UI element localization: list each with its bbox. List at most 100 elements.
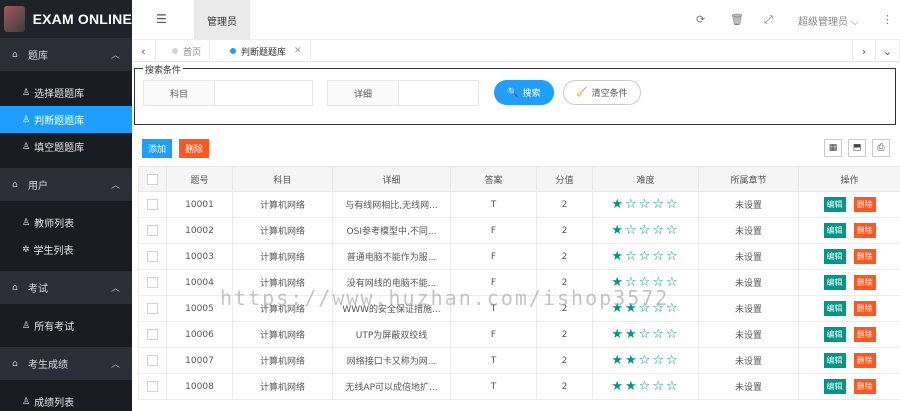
sidebar-item-teachers[interactable]: ♙ 教师列表 xyxy=(0,209,132,236)
home-icon: ⌂ xyxy=(12,358,18,369)
print-icon[interactable]: ⎙ xyxy=(872,139,890,157)
tab-truefalse-bank[interactable]: 判断题题库 ✕ xyxy=(222,40,311,62)
table-row[interactable]: 10003 计算机网络 普通电脑不能作为服... F 2 ★☆☆☆☆ 未设置 编辑 删除 xyxy=(138,243,900,270)
tab-dot xyxy=(172,48,178,54)
edit-button[interactable]: 编辑 xyxy=(823,197,846,212)
row-checkbox[interactable] xyxy=(138,243,167,270)
subject-input[interactable] xyxy=(215,80,313,106)
trash-icon[interactable]: 🗑 xyxy=(730,13,744,26)
sidebar-item-label: 填空题题库 xyxy=(34,143,85,154)
row-delete-button[interactable]: 删除 xyxy=(853,223,876,238)
sidebar-item-students[interactable]: ✲ 学生列表 xyxy=(0,236,132,263)
edit-button[interactable]: 编辑 xyxy=(823,301,846,316)
sidebar-group-users[interactable]: ⌂ 用户 ︿ xyxy=(0,168,132,201)
tab-home[interactable]: 首页 xyxy=(164,40,211,62)
cell-actions: 编辑 删除 xyxy=(798,269,900,296)
detail-input[interactable] xyxy=(399,80,479,106)
sidebar-group-exams[interactable]: ⌂ 考试 ︿ xyxy=(0,271,132,304)
edit-button[interactable]: 编辑 xyxy=(823,327,846,342)
cell-subject: 计算机网络 xyxy=(232,243,333,270)
row-delete-button[interactable]: 删除 xyxy=(853,249,876,264)
table-row[interactable]: 10006 计算机网络 UTP为屏蔽双绞线 F 2 ★★☆☆☆ 未设置 编辑 删除 xyxy=(138,321,900,348)
row-delete-button[interactable]: 删除 xyxy=(853,197,876,212)
export-icon[interactable]: ⬒ xyxy=(848,139,866,157)
table-row[interactable]: 10007 计算机网络 网络接口卡又称为网... T 2 ★★☆☆☆ 未设置 编辑 删除 xyxy=(138,347,900,374)
top-header: ☰ 管理员 ⟳ 🗑 ⤢ 超级管理员 ⌵ ⋮ xyxy=(132,0,900,40)
difficulty-stars: ★★☆☆☆ xyxy=(611,379,680,394)
fullscreen-icon[interactable]: ⤢ xyxy=(764,13,773,27)
sidebar-item-fillblank-bank[interactable]: ♙ 填空题题库 xyxy=(0,133,132,160)
col-header[interactable]: 答案 xyxy=(450,166,537,192)
cell-chapter: 未设置 xyxy=(698,191,799,218)
cell-id: 10006 xyxy=(166,321,233,348)
user-menu[interactable]: 超级管理员 ⌵ xyxy=(798,13,859,28)
sidebar-group-scores[interactable]: ⌂ 考生成绩 ︿ xyxy=(0,347,132,380)
row-delete-button[interactable]: 删除 xyxy=(853,379,876,394)
cell-id: 10004 xyxy=(166,269,233,296)
refresh-icon[interactable]: ⟳ xyxy=(696,13,705,26)
sidebar-item-score-list[interactable]: ♙ 成绩列表 xyxy=(0,388,132,411)
edit-button[interactable]: 编辑 xyxy=(823,379,846,394)
sidebar-item-all-exams[interactable]: ♙ 所有考试 xyxy=(0,312,132,339)
more-icon[interactable]: ⋮ xyxy=(882,13,893,26)
col-header[interactable]: 操作 xyxy=(798,166,900,192)
cell-id: 10008 xyxy=(166,373,233,400)
edit-button[interactable]: 编辑 xyxy=(823,223,846,238)
cell-score: 2 xyxy=(536,373,593,400)
row-checkbox[interactable] xyxy=(138,295,167,322)
cell-answer: F xyxy=(450,243,537,270)
col-header[interactable]: 题号 xyxy=(166,166,233,192)
logo: EXAM ONLINE xyxy=(0,0,132,38)
edit-button[interactable]: 编辑 xyxy=(823,353,846,368)
row-delete-button[interactable]: 删除 xyxy=(853,275,876,290)
row-delete-button[interactable]: 删除 xyxy=(853,301,876,316)
search-button[interactable]: 🔍 搜索 xyxy=(494,80,554,105)
row-checkbox[interactable] xyxy=(138,191,167,218)
col-header[interactable]: 所属章节 xyxy=(698,166,799,192)
row-checkbox[interactable] xyxy=(138,217,167,244)
sidebar-item-choice-bank[interactable]: ♙ 选择题题库 xyxy=(0,79,132,106)
sidebar-group-question-bank[interactable]: ⌂ 题库 ︿ xyxy=(0,38,132,71)
cell-difficulty: ★☆☆☆☆ xyxy=(592,217,699,244)
role-tab[interactable]: 管理员 xyxy=(194,0,250,40)
row-delete-button[interactable]: 删除 xyxy=(853,327,876,342)
table-row[interactable]: 10005 计算机网络 WWW的安全保证措施... T 2 ★★☆☆☆ 未设置 编辑 删除 xyxy=(138,295,900,322)
tab-next-icon[interactable]: › xyxy=(852,40,876,62)
table-row[interactable]: 10002 计算机网络 OSI参考模型中,不同... F 2 ★☆☆☆☆ 未设置 编辑 删除 xyxy=(138,217,900,244)
detail-label: 详细 xyxy=(327,80,399,106)
cell-id: 10007 xyxy=(166,347,233,374)
logo-image xyxy=(4,6,25,32)
table-row[interactable]: 10001 计算机网络 与有线网相比,无线网... T 2 ★☆☆☆☆ 未设置 编辑 删除 xyxy=(138,191,900,218)
row-checkbox[interactable] xyxy=(138,321,167,348)
chevron-down-icon[interactable]: ⌄ xyxy=(876,40,900,62)
cell-chapter: 未设置 xyxy=(698,347,799,374)
cell-score: 2 xyxy=(536,269,593,296)
row-delete-button[interactable]: 删除 xyxy=(853,353,876,368)
cell-answer: F xyxy=(450,217,537,244)
edit-button[interactable]: 编辑 xyxy=(823,275,846,290)
sidebar-item-truefalse-bank[interactable]: ♙ 判断题题库 xyxy=(0,106,132,133)
edit-button[interactable]: 编辑 xyxy=(823,249,846,264)
cell-difficulty: ★☆☆☆☆ xyxy=(592,269,699,296)
subject-label: 科目 xyxy=(143,80,215,106)
columns-icon[interactable]: ▦ xyxy=(824,139,842,157)
menu-toggle-icon[interactable]: ☰ xyxy=(156,12,167,26)
row-checkbox[interactable] xyxy=(138,373,167,400)
cell-score: 2 xyxy=(536,191,593,218)
add-button[interactable]: 添加 xyxy=(142,139,172,158)
col-header[interactable]: 分值 xyxy=(536,166,593,192)
table-row[interactable]: 10008 计算机网络 无线AP可以成倍地扩... T 2 ★★☆☆☆ 未设置 编辑 删除 xyxy=(138,373,900,400)
row-checkbox[interactable] xyxy=(138,347,167,374)
cell-subject: 计算机网络 xyxy=(232,191,333,218)
col-header[interactable]: 难度 xyxy=(592,166,699,192)
close-icon[interactable]: ✕ xyxy=(294,46,302,56)
tab-prev-icon[interactable]: ‹ xyxy=(132,40,156,62)
row-checkbox[interactable] xyxy=(138,269,167,296)
select-all-checkbox[interactable] xyxy=(138,166,167,192)
user-icon: ♙ xyxy=(22,217,31,228)
clear-button[interactable]: 🧹 清空条件 xyxy=(563,80,641,105)
delete-button[interactable]: 删除 xyxy=(179,139,209,158)
col-header[interactable]: 详细 xyxy=(332,166,451,192)
table-row[interactable]: 10004 计算机网络 没有网线的电脑不能... F 2 ★☆☆☆☆ 未设置 编辑 删除 xyxy=(138,269,900,296)
col-header[interactable]: 科目 xyxy=(232,166,333,192)
